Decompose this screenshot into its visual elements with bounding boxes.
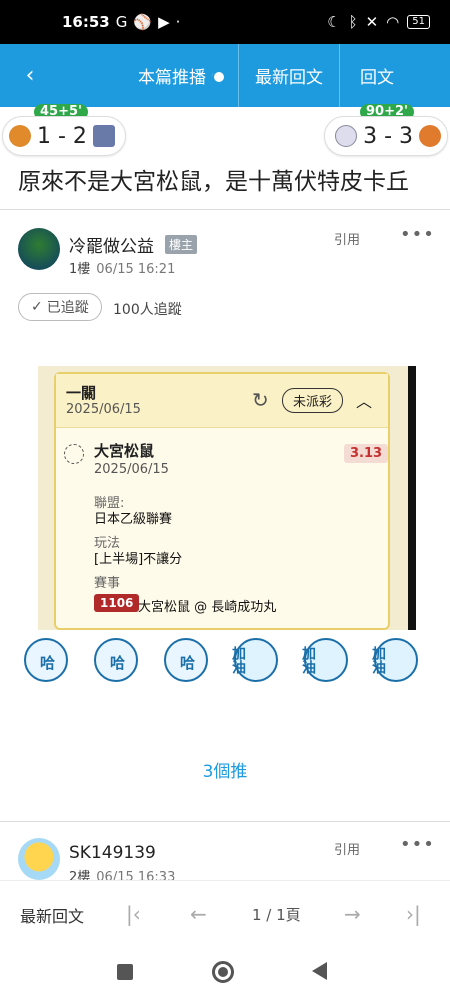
- sticker-text: 加油: [230, 646, 246, 674]
- bet-odds: 3.13: [344, 444, 389, 463]
- moon-icon: ☾: [327, 13, 341, 31]
- embedded-bet-screenshot[interactable]: 一關 2025/06/15 ↻ 未派彩 ︿ 大宮松鼠 2025/06/15 3.…: [38, 366, 416, 630]
- play-value: [上半場]不讓分: [94, 552, 183, 567]
- avatar[interactable]: [18, 228, 60, 270]
- bottom-navigation: 最新回文 |‹ ← 1 / 1頁 → ›|: [0, 880, 450, 948]
- bet-card-title: 一關: [66, 384, 97, 402]
- system-navigation-bar: [0, 948, 450, 1000]
- sim-icon: ✕: [365, 13, 379, 31]
- next-page-icon[interactable]: →: [344, 902, 361, 926]
- sticker-cheer: 加油: [364, 630, 428, 696]
- follow-label: 已追蹤: [46, 300, 89, 316]
- post-username[interactable]: 冷罷做公益: [69, 232, 154, 257]
- post-timestamp: 06/15 16:21: [96, 262, 176, 277]
- right-score: 3 - 3: [363, 123, 413, 149]
- sticker-row: 哈 哈 哈 加油 加油 加油: [14, 630, 434, 700]
- team-logo-icon: [335, 125, 358, 147]
- avatar[interactable]: [18, 838, 60, 880]
- last-page-icon[interactable]: ›|: [406, 902, 421, 926]
- sticker-cheer: 加油: [224, 630, 288, 696]
- follow-button[interactable]: ✓ 已追蹤: [18, 293, 102, 321]
- event-id-tag: 1106: [94, 594, 140, 612]
- floor-number: 1樓: [69, 262, 91, 277]
- status-bar: 16:53 G ⚾ ▶ · ☾ ᛒ ✕ ◠ 51: [0, 0, 450, 44]
- sticker-text: 哈: [180, 654, 196, 672]
- battery-icon: 51: [407, 15, 430, 29]
- status-app-icons: G ⚾ ▶ ·: [116, 13, 181, 31]
- sticker-text: 哈: [40, 654, 56, 672]
- left-score-widget[interactable]: 1 - 2: [2, 116, 126, 156]
- wifi-icon: ◠: [386, 13, 400, 31]
- divider: [0, 821, 450, 822]
- app-header: ‹ 本篇推播 最新回文 回文: [0, 44, 450, 107]
- quote-button[interactable]: 引用: [334, 839, 360, 858]
- live-label: 本篇推播: [138, 68, 206, 88]
- bet-card-date: 2025/06/15: [66, 402, 141, 417]
- back-arrow-icon[interactable]: ‹: [0, 63, 60, 88]
- more-options-icon[interactable]: •••: [400, 834, 435, 855]
- image-edge: [408, 366, 416, 630]
- post-floor: 1樓 06/15 16:21: [69, 258, 175, 277]
- push-count-button[interactable]: 3個推: [0, 757, 450, 782]
- bet-team: 大宮松鼠: [94, 442, 155, 460]
- sticker-text: 加油: [370, 646, 386, 674]
- reply-button[interactable]: 回文: [360, 63, 394, 88]
- league-value: 日本乙級聯賽: [94, 512, 173, 527]
- left-score: 1 - 2: [37, 123, 87, 149]
- latest-replies-link[interactable]: 最新回文: [20, 903, 84, 927]
- latest-replies-button[interactable]: 最新回文: [239, 44, 340, 107]
- page-indicator[interactable]: 1 / 1頁: [252, 904, 301, 925]
- back-icon[interactable]: [312, 962, 327, 980]
- first-page-icon[interactable]: |‹: [126, 902, 141, 926]
- follow-count: 100人追蹤: [113, 302, 182, 318]
- bet-card-header: 一關 2025/06/15 ↻ 未派彩 ︿: [56, 374, 388, 428]
- status-right: ☾ ᛒ ✕ ◠ 51: [327, 13, 430, 31]
- check-icon: ✓: [31, 299, 43, 315]
- team-logo-icon: [419, 125, 441, 147]
- baseball-icon: ⚾: [133, 13, 153, 31]
- dot-icon: ·: [175, 13, 181, 31]
- team-logo-icon: [92, 125, 115, 147]
- chevron-up-icon: ︿: [356, 392, 373, 411]
- post-username[interactable]: SK149139: [69, 843, 156, 863]
- more-options-icon[interactable]: •••: [400, 224, 435, 245]
- status-time: 16:53: [62, 13, 110, 31]
- event-label: 賽事: [94, 576, 121, 591]
- sticker-text: 哈: [110, 654, 126, 672]
- sticker-laugh: 哈: [154, 630, 218, 696]
- youtube-icon: ▶: [158, 13, 170, 31]
- divider: [0, 209, 450, 210]
- google-icon: G: [115, 13, 128, 31]
- status-badge: 未派彩: [282, 388, 344, 413]
- home-icon[interactable]: [212, 961, 234, 983]
- bet-team-date: 2025/06/15: [94, 462, 169, 477]
- bluetooth-icon: ᛒ: [348, 13, 358, 31]
- thread-title: 原來不是大宮松鼠，是十萬伏特皮卡丘: [18, 169, 409, 195]
- quote-button[interactable]: 引用: [334, 229, 360, 248]
- right-score-widget[interactable]: 3 - 3: [324, 116, 448, 156]
- op-badge: 樓主: [165, 235, 198, 254]
- refresh-icon: ↻: [252, 388, 269, 412]
- live-toggle-button[interactable]: 本篇推播: [138, 44, 239, 107]
- bet-card: 一關 2025/06/15 ↻ 未派彩 ︿ 大宮松鼠 2025/06/15 3.…: [54, 372, 390, 630]
- toggle-icon: [212, 69, 226, 84]
- team-logo-icon: [9, 125, 31, 147]
- sticker-laugh: 哈: [14, 630, 78, 696]
- sticker-laugh: 哈: [84, 630, 148, 696]
- selection-circle-icon: [64, 444, 84, 464]
- sticker-cheer: 加油: [294, 630, 358, 696]
- prev-page-icon[interactable]: ←: [190, 902, 207, 926]
- recent-apps-icon[interactable]: [117, 964, 133, 980]
- sticker-text: 加油: [300, 646, 316, 674]
- event-name: 大宮松鼠 @ 長崎成功丸: [138, 600, 277, 615]
